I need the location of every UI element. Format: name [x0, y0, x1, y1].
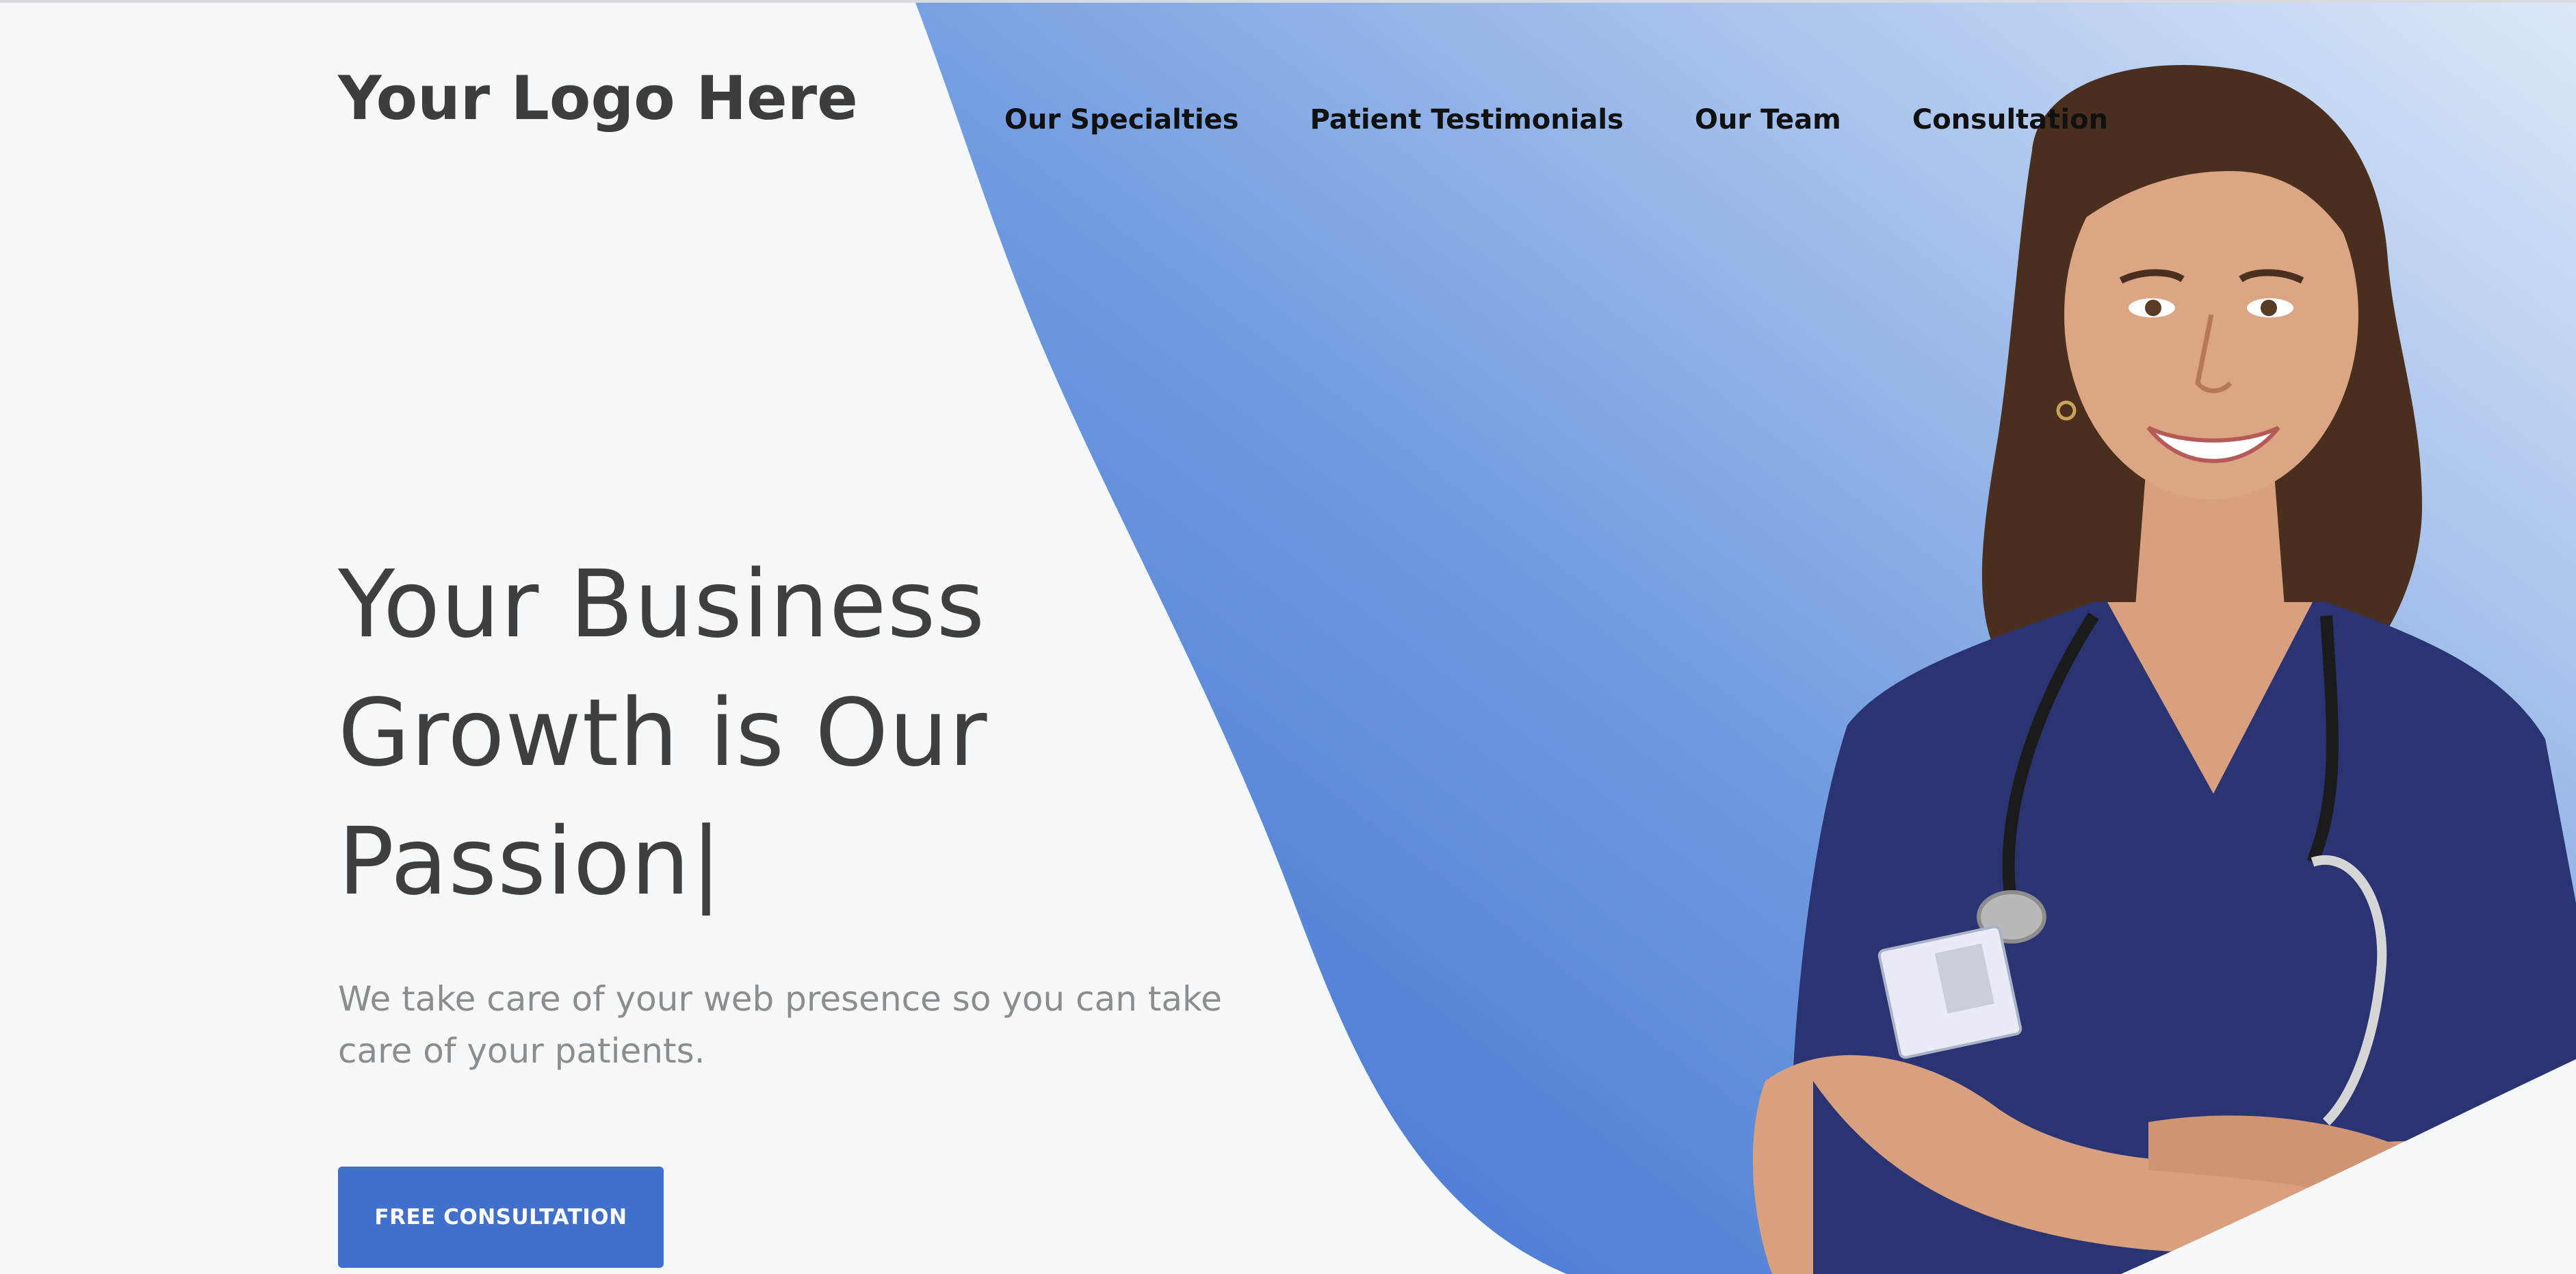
main-nav: Our Specialties Patient Testimonials Our…	[1004, 104, 2108, 135]
hero-subtext: We take care of your web presence so you…	[338, 979, 1222, 1071]
landing-page: Your Logo Here Our Specialties Patient T…	[0, 0, 2576, 1274]
nav-our-specialties[interactable]: Our Specialties	[1004, 104, 1239, 135]
free-consultation-button[interactable]: FREE CONSULTATION	[338, 1167, 664, 1268]
headline-line-3-text: Passion	[338, 808, 691, 916]
headline-line-2: Growth is Our	[338, 679, 988, 788]
hero-headline: Your Business Growth is Our Passion|	[338, 541, 1159, 926]
nav-our-team[interactable]: Our Team	[1695, 104, 1841, 135]
headline-line-3: Passion|	[338, 798, 1159, 926]
headline-line-1: Your Business	[338, 551, 986, 659]
nav-consultation[interactable]: Consultation	[1912, 104, 2108, 135]
logo[interactable]: Your Logo Here	[338, 63, 858, 133]
typing-caret: |	[690, 808, 723, 916]
nav-patient-testimonials[interactable]: Patient Testimonials	[1310, 104, 1624, 135]
